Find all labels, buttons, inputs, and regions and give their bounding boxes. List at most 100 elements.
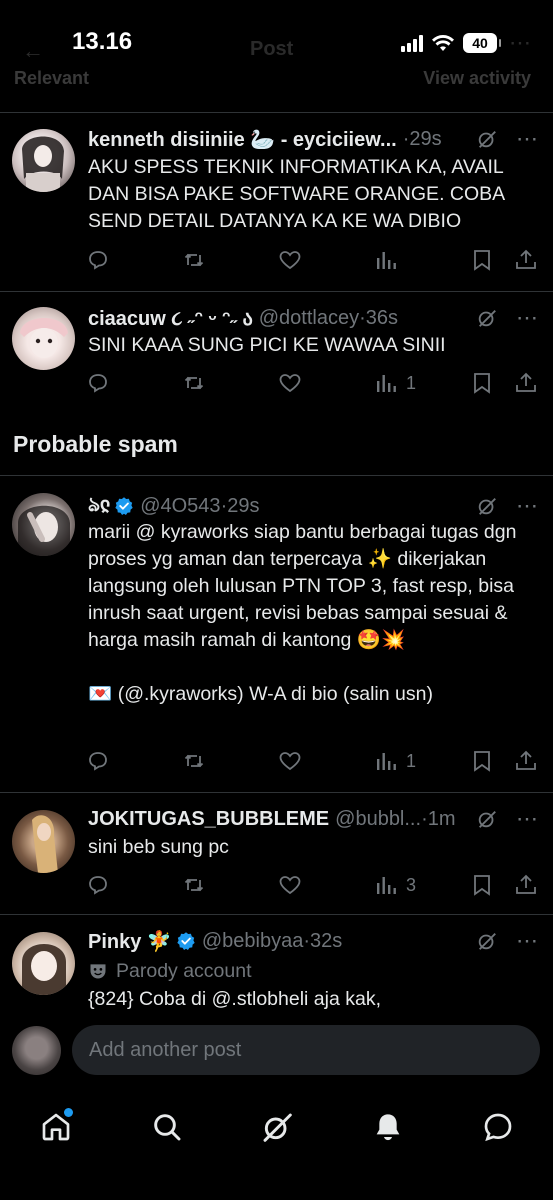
bookmark-button[interactable] [470,871,494,899]
search-icon [154,1114,181,1141]
back-arrow-icon[interactable]: ← [22,38,44,64]
nav-notifications[interactable] [363,1102,413,1152]
parody-mask-icon [90,964,106,979]
share-button[interactable] [514,871,538,899]
repost-icon [184,253,204,267]
parody-label-text: Parody account [116,959,252,982]
battery-indicator: 40 [463,33,501,53]
post-author-name[interactable]: ciaacuw ૮ ˶ᵔ ᵕ ᵔ˶ ა [88,306,253,331]
nav-home[interactable] [31,1102,81,1152]
notifications-icon [376,1114,400,1141]
reply-button[interactable] [86,871,110,899]
post-author-name[interactable]: Pinky 🧚 [88,929,172,954]
post-author-handle[interactable]: @4O543 [140,495,220,518]
heart-icon [279,251,301,270]
grok-icon [263,1113,292,1142]
repost-button[interactable] [182,369,206,397]
reply-button[interactable] [86,747,110,775]
nav-search[interactable] [142,1102,192,1152]
views-button[interactable]: 1 [374,747,416,775]
post-text: sini beb sung pc [88,836,229,858]
battery-level: 40 [472,35,488,51]
post-item[interactable]: kenneth disiiniie 🦢 - eyciciiew... ·29s … [0,113,553,291]
views-button[interactable]: 3 [374,871,416,899]
views-button[interactable] [374,246,406,274]
grok-icon[interactable] [476,808,498,830]
post-author-handle[interactable]: @dottlacey [259,307,359,330]
more-options-icon[interactable]: ⋯ [516,305,539,331]
share-button[interactable] [514,246,538,274]
post-item[interactable]: ciaacuw ૮ ˶ᵔ ᵕ ᵔ˶ ა @dottlacey ·36s ⋯ SI… [0,292,553,407]
nav-grok[interactable] [252,1102,302,1152]
share-icon [516,750,536,770]
more-options-icon[interactable]: ⋯ [516,493,539,519]
post-author-name[interactable]: ঌჺ [88,490,110,523]
post-author-handle[interactable]: @bebibyaa [202,930,303,953]
post-author-name[interactable]: kenneth disiiniie 🦢 - eyciciiew... [88,127,397,152]
share-button[interactable] [514,369,538,397]
wifi-icon [432,35,454,51]
post-time-value: 29s [409,127,442,150]
post-author-handle[interactable]: @bubbl... [335,808,421,831]
share-icon [516,249,536,269]
like-button[interactable] [278,369,302,397]
post-time: ·32s [303,929,343,952]
home-notification-dot [64,1108,73,1117]
like-button[interactable] [278,747,302,775]
grok-icon[interactable] [476,307,498,329]
view-activity-link[interactable]: View activity [423,68,531,89]
avatar[interactable] [12,932,75,995]
repost-icon [184,878,204,892]
avatar[interactable] [12,493,75,556]
grok-icon[interactable] [476,495,498,517]
views-count: 1 [406,750,417,771]
share-icon [516,372,536,392]
post-time-value: 32s [309,929,343,952]
post-text: SINI KAAA SUNG PICI KE WAWAA SINII [88,334,446,356]
header-more-icon[interactable]: ⋯ [509,30,531,56]
post-time: ·29s [220,494,260,517]
views-button[interactable]: 1 [374,369,416,397]
composer-avatar[interactable] [12,1026,61,1075]
reply-button[interactable] [86,369,110,397]
repost-button[interactable] [182,871,206,899]
nav-messages[interactable] [473,1102,523,1152]
reply-icon [89,752,107,771]
post-time-value: 36s [365,306,399,329]
post-time-value: 29s [227,494,260,517]
post-time: ·1m [421,807,456,830]
more-options-icon[interactable]: ⋯ [516,126,539,152]
like-button[interactable] [278,246,302,274]
views-count: 1 [406,372,417,393]
share-button[interactable] [514,747,538,775]
bookmark-button[interactable] [470,369,494,397]
post-item[interactable]: ঌჺ @4O543 ·29s ⋯ marii @ kyraworks siap … [0,476,553,792]
avatar[interactable] [12,810,75,873]
repost-button[interactable] [182,246,206,274]
post-time-value: 1m [427,807,456,830]
sort-relevant-tab[interactable]: Relevant [14,68,89,89]
grok-icon[interactable] [476,930,498,952]
bookmark-button[interactable] [470,747,494,775]
reply-button[interactable] [86,246,110,274]
verified-badge-icon [177,932,195,950]
bookmark-icon [474,373,490,394]
post-item[interactable]: Pinky 🧚 @bebibyaa ·32s ⋯ Parody account … [0,915,553,1012]
bookmark-button[interactable] [470,246,494,274]
views-count: 3 [406,874,417,895]
avatar[interactable] [12,307,75,370]
post-author-name[interactable]: JOKITUGAS_BUBBLEME [88,808,329,831]
like-button[interactable] [278,871,302,899]
grok-icon[interactable] [476,128,498,150]
messages-icon [484,1113,512,1142]
post-item[interactable]: JOKITUGAS_BUBBLEME @bubbl... ·1m ⋯ sini … [0,793,553,914]
bookmark-icon [474,751,490,772]
more-options-icon[interactable]: ⋯ [516,806,539,832]
repost-button[interactable] [182,747,206,775]
more-options-icon[interactable]: ⋯ [516,928,539,954]
avatar[interactable] [12,129,75,192]
bookmark-icon [474,250,490,271]
status-time: 13.16 [72,28,133,55]
probable-spam-heading: Probable spam [13,431,178,457]
reply-input[interactable]: Add another post [72,1025,540,1075]
